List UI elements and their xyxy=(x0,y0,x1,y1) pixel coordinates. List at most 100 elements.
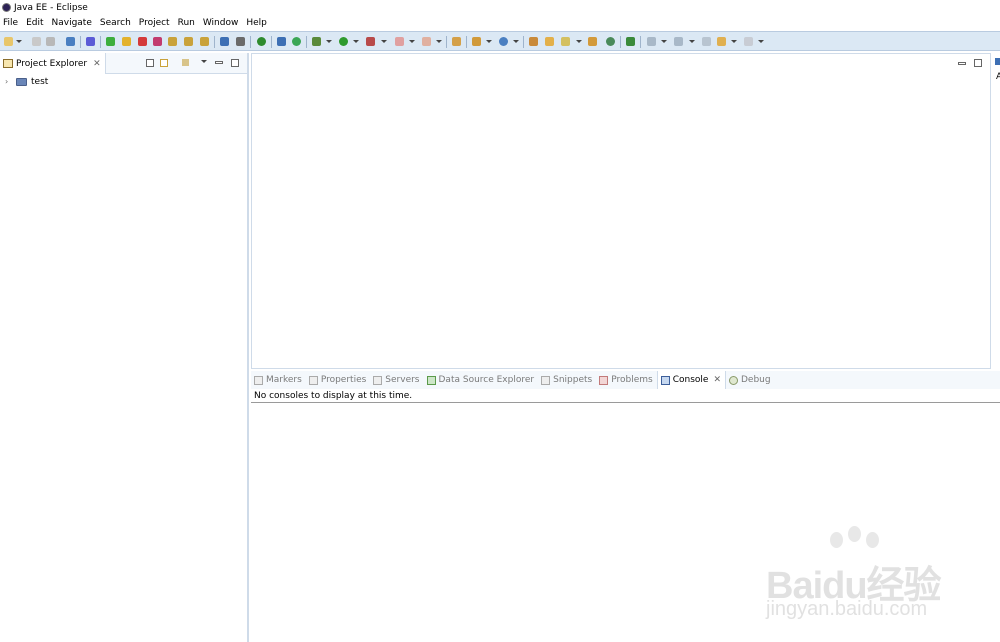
search-dropdown-icon[interactable] xyxy=(576,39,582,44)
annotation-icon[interactable] xyxy=(626,37,635,46)
open-type-icon[interactable] xyxy=(529,37,538,46)
editor-minimize-icon[interactable] xyxy=(958,62,966,65)
right-strip-label: A xyxy=(996,72,1000,82)
open-task-icon[interactable] xyxy=(545,37,554,46)
forward-dropdown-icon[interactable] xyxy=(758,39,764,44)
run-dropdown-icon[interactable] xyxy=(353,39,359,44)
open-console-icon[interactable] xyxy=(66,37,75,46)
tab-label: Debug xyxy=(740,375,771,385)
previous-annotation-dropdown-icon[interactable] xyxy=(689,39,695,44)
tab-servers[interactable]: Servers xyxy=(370,371,423,389)
class-dropdown-icon[interactable] xyxy=(513,39,519,44)
step-return-icon[interactable] xyxy=(200,37,209,46)
save-all-icon[interactable] xyxy=(46,37,55,46)
menu-project[interactable]: Project xyxy=(136,18,175,28)
debug-icon[interactable] xyxy=(312,37,321,46)
minimize-icon[interactable] xyxy=(215,61,223,64)
menu-help[interactable]: Help xyxy=(243,18,272,28)
menu-window[interactable]: Window xyxy=(200,18,244,28)
tree-item-label: test xyxy=(31,76,49,87)
menu-file[interactable]: File xyxy=(0,18,23,28)
focus-icon[interactable] xyxy=(182,59,189,66)
back-dropdown-icon[interactable] xyxy=(731,39,737,44)
close-icon[interactable]: ✕ xyxy=(93,59,101,69)
menu-search[interactable]: Search xyxy=(97,18,136,28)
title-bar: Java EE - Eclipse xyxy=(0,0,1000,15)
menu-edit[interactable]: Edit xyxy=(23,18,48,28)
previous-annotation-icon[interactable] xyxy=(674,37,683,46)
coverage-dropdown-icon[interactable] xyxy=(409,39,415,44)
suspend-icon[interactable] xyxy=(122,37,131,46)
debug-dropdown-icon[interactable] xyxy=(326,39,332,44)
next-annotation-dropdown-icon[interactable] xyxy=(661,39,667,44)
editor-maximize-icon[interactable] xyxy=(974,59,982,67)
divider xyxy=(251,402,1000,403)
console-icon xyxy=(660,375,670,385)
tab-debug[interactable]: Debug xyxy=(726,371,775,389)
refresh-icon[interactable] xyxy=(292,37,301,46)
tab-data-source-explorer[interactable]: Data Source Explorer xyxy=(424,371,539,389)
package-dropdown-icon[interactable] xyxy=(486,39,492,44)
next-annotation-icon[interactable] xyxy=(647,37,656,46)
new-java-project-icon[interactable] xyxy=(452,37,461,46)
step-into-icon[interactable] xyxy=(168,37,177,46)
open-perspective-icon[interactable] xyxy=(588,37,597,46)
view-menu-icon[interactable] xyxy=(201,59,207,64)
new-class-icon[interactable] xyxy=(499,37,508,46)
tab-console[interactable]: Console ✕ xyxy=(656,371,726,389)
use-step-filters-icon[interactable] xyxy=(236,37,245,46)
new-icon[interactable] xyxy=(4,37,13,46)
tab-label: Data Source Explorer xyxy=(438,375,535,385)
step-over-icon[interactable] xyxy=(184,37,193,46)
tab-label: Properties xyxy=(320,375,367,385)
outline-icon[interactable] xyxy=(995,58,1000,65)
profile-dropdown-icon[interactable] xyxy=(436,39,442,44)
new-dropdown-icon[interactable] xyxy=(16,39,22,44)
tab-snippets[interactable]: Snippets xyxy=(538,371,596,389)
tab-properties[interactable]: Properties xyxy=(306,371,370,389)
save-icon[interactable] xyxy=(32,37,41,46)
back-icon[interactable] xyxy=(717,37,726,46)
database-icon xyxy=(426,375,436,385)
bottom-tab-bar: Markers Properties Servers Data Source E… xyxy=(251,371,1000,389)
last-edit-location-icon[interactable] xyxy=(702,37,711,46)
search-icon[interactable] xyxy=(561,37,570,46)
window-title: Java EE - Eclipse xyxy=(14,2,88,13)
expand-chevron-icon[interactable]: › xyxy=(5,77,13,86)
terminate-icon[interactable] xyxy=(138,37,147,46)
right-trim-stack: A xyxy=(993,53,1000,369)
tab-problems[interactable]: Problems xyxy=(596,371,656,389)
snippets-icon xyxy=(541,375,551,385)
editor-area[interactable] xyxy=(251,53,991,369)
maximize-icon[interactable] xyxy=(231,59,239,67)
tab-label: Problems xyxy=(611,375,653,385)
server-start-icon[interactable] xyxy=(257,37,266,46)
disconnect-icon[interactable] xyxy=(153,37,162,46)
tab-project-explorer-label: Project Explorer xyxy=(16,58,88,69)
menu-run[interactable]: Run xyxy=(175,18,200,28)
coverage-icon[interactable] xyxy=(395,37,404,46)
tree-item-test[interactable]: › test xyxy=(0,75,247,88)
web-browser-icon[interactable] xyxy=(606,37,615,46)
close-icon[interactable]: ✕ xyxy=(713,375,721,385)
project-explorer-header: Project Explorer ✕ xyxy=(0,53,247,74)
tab-project-explorer[interactable]: Project Explorer ✕ xyxy=(0,53,106,74)
collapse-all-icon[interactable] xyxy=(146,59,154,67)
link-with-editor-icon[interactable] xyxy=(160,59,168,67)
menu-navigate[interactable]: Navigate xyxy=(49,18,97,28)
drop-to-frame-icon[interactable] xyxy=(220,37,229,46)
forward-icon[interactable] xyxy=(744,37,753,46)
layout-icon[interactable] xyxy=(277,37,286,46)
watermark-url: jingyan.baidu.com xyxy=(766,598,928,620)
run-icon[interactable] xyxy=(339,37,348,46)
tab-markers[interactable]: Markers xyxy=(251,371,306,389)
run-external-tools-icon[interactable] xyxy=(366,37,375,46)
new-package-icon[interactable] xyxy=(472,37,481,46)
project-explorer-panel: Project Explorer ✕ › test xyxy=(0,53,249,642)
external-tools-dropdown-icon[interactable] xyxy=(381,39,387,44)
markers-icon xyxy=(254,375,263,385)
profile-icon[interactable] xyxy=(422,37,431,46)
skip-breakpoints-icon[interactable] xyxy=(86,37,95,46)
main-toolbar xyxy=(0,31,1000,51)
resume-icon[interactable] xyxy=(106,37,115,46)
